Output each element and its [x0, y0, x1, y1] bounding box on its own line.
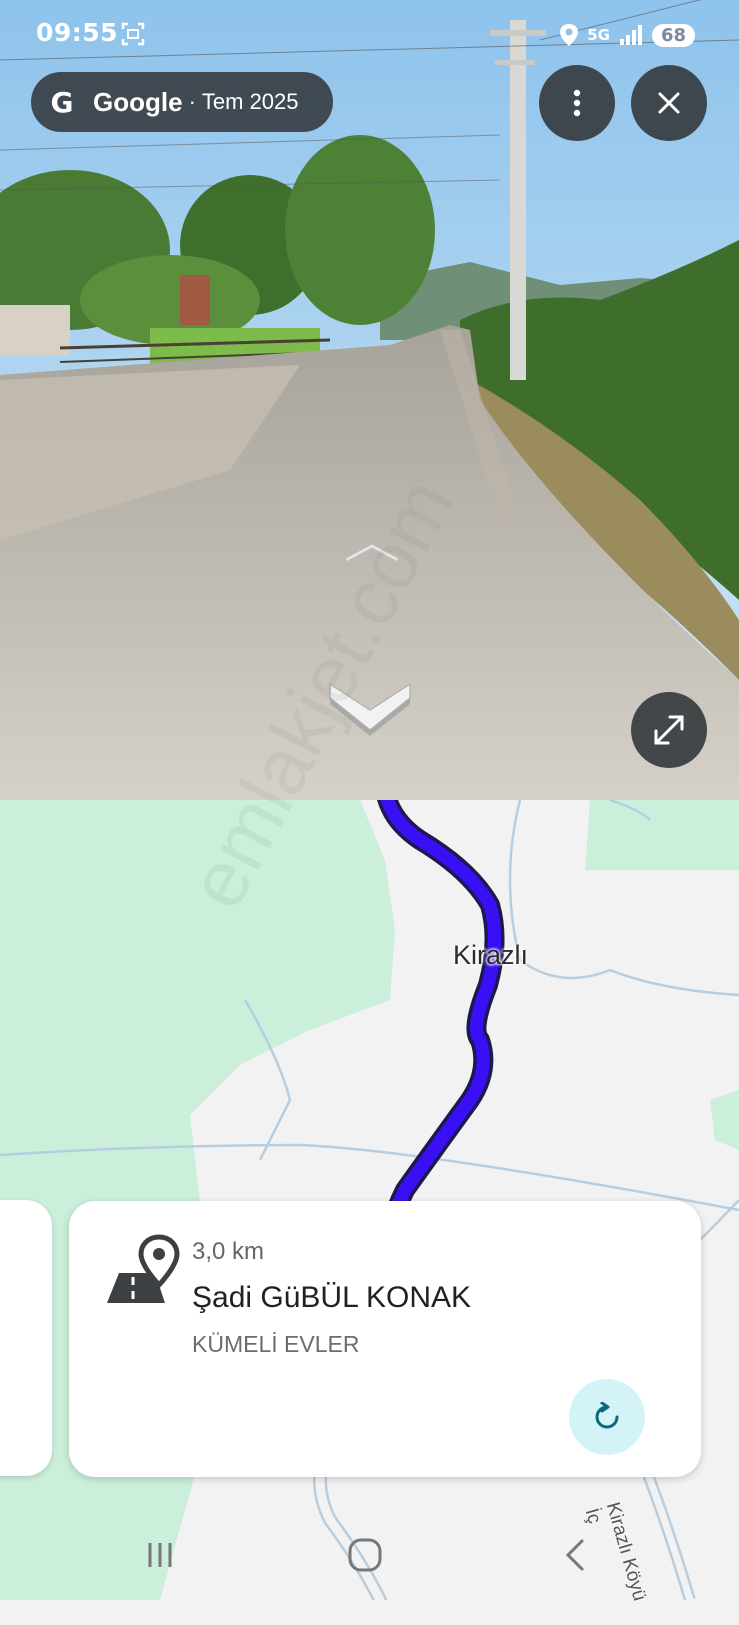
back-button[interactable] — [545, 1530, 605, 1580]
previous-result-card[interactable] — [0, 1200, 52, 1476]
network-type: 5G — [587, 26, 610, 44]
map-canvas[interactable] — [0, 800, 739, 1600]
status-time: 09:55 — [36, 18, 119, 47]
close-button[interactable] — [631, 65, 707, 141]
google-g-icon: G — [50, 85, 74, 119]
location-icon — [560, 24, 579, 46]
back-icon — [565, 1539, 584, 1571]
recents-button[interactable] — [130, 1530, 190, 1580]
status-icons: 5G 68 — [559, 20, 695, 50]
place-subtitle: KÜMELİ EVLER — [192, 1331, 360, 1357]
place-card[interactable]: 3,0 km Şadi GüBÜL KONAK KÜMELİ EVLER — [69, 1201, 701, 1477]
place-distance: 3,0 km — [192, 1238, 265, 1265]
more-vert-icon — [573, 89, 581, 117]
expand-button[interactable] — [631, 692, 707, 768]
signal-icon — [619, 25, 642, 45]
screenshot-icon — [121, 22, 145, 46]
system-nav-bar — [0, 1510, 739, 1600]
home-icon — [348, 1538, 382, 1572]
refresh-icon — [595, 1402, 619, 1429]
status-bar: 09:55 5G 68 — [0, 0, 739, 70]
recents-icon — [148, 1543, 172, 1567]
source-brand: Google — [93, 86, 183, 117]
battery-level: 68 — [651, 23, 695, 47]
separator: · — [188, 89, 196, 114]
capture-date: Tem 2025 — [201, 89, 299, 114]
more-options-button[interactable] — [539, 65, 615, 141]
home-button[interactable] — [335, 1530, 395, 1580]
expand-icon — [654, 715, 684, 745]
place-label-kirazli[interactable]: Kirazlı — [453, 940, 528, 971]
close-icon — [658, 92, 680, 114]
imagery-source-chip[interactable]: G Google · Tem 2025 — [31, 72, 333, 132]
road-pin-icon — [107, 1234, 180, 1303]
refresh-button[interactable] — [569, 1379, 645, 1455]
place-title[interactable]: Şadi GüBÜL KONAK — [192, 1281, 471, 1315]
map-view[interactable]: Kirazlı — [0, 800, 739, 1600]
